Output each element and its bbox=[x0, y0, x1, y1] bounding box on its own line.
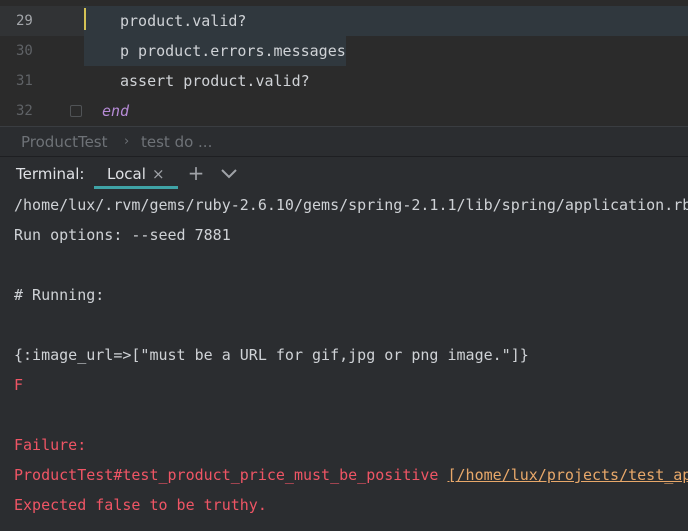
failing-test-name: ProductTest#test_product_price_must_be_p… bbox=[14, 466, 439, 484]
terminal-line: {:image_url=>["must be a URL for gif,jpg… bbox=[14, 346, 529, 364]
code-editor[interactable]: 29 product.valid? 30 p product.errors.me… bbox=[0, 0, 688, 126]
editor-line[interactable]: 29 product.valid? bbox=[0, 6, 688, 36]
terminal-output[interactable]: /home/lux/.rvm/gems/ruby-2.6.10/gems/spr… bbox=[0, 190, 688, 531]
tab-local[interactable]: Local × bbox=[94, 157, 178, 191]
terminal-line: Run options: --seed 7881 bbox=[14, 226, 231, 244]
terminal-tab-bar: Terminal: Local × + bbox=[0, 156, 688, 190]
code-text: assert product.valid? bbox=[120, 72, 310, 90]
chevron-down-icon[interactable] bbox=[219, 167, 239, 181]
line-number: 32 bbox=[16, 103, 33, 119]
terminal-line: # Running: bbox=[14, 286, 105, 304]
line-number: 31 bbox=[16, 73, 33, 89]
breadcrumb-item-class[interactable]: ProductTest bbox=[21, 127, 108, 157]
terminal-title: Terminal: bbox=[16, 165, 85, 183]
terminal-line-failure-detail: ProductTest#test_product_price_must_be_p… bbox=[14, 460, 688, 490]
terminal-line-failure: Failure: bbox=[14, 436, 87, 454]
fold-icon[interactable] bbox=[70, 105, 82, 117]
code-text: product.valid? bbox=[120, 12, 247, 30]
terminal-line: /home/lux/.rvm/gems/ruby-2.6.10/gems/spr… bbox=[14, 196, 688, 214]
line-number: 29 bbox=[16, 13, 33, 29]
terminal-line-fail-mark: F bbox=[14, 376, 24, 394]
terminal-line-expectation: Expected false to be truthy. bbox=[14, 496, 267, 514]
breadcrumb-item-method[interactable]: test do ... bbox=[141, 127, 212, 157]
code-text: end bbox=[102, 102, 130, 120]
plus-icon[interactable]: + bbox=[186, 157, 206, 191]
editor-line[interactable]: 32 end bbox=[0, 96, 688, 126]
editor-line[interactable]: 30 p product.errors.messages bbox=[0, 36, 688, 66]
breadcrumb-separator: › bbox=[124, 134, 130, 149]
failure-location-link[interactable]: [/home/lux/projects/test_app/ bbox=[447, 466, 688, 484]
breadcrumb: ProductTest › test do ... bbox=[0, 126, 688, 156]
code-text: p product.errors.messages bbox=[120, 42, 346, 60]
text-caret bbox=[84, 8, 86, 30]
editor-line[interactable]: 31 assert product.valid? bbox=[0, 66, 688, 96]
line-number: 30 bbox=[16, 43, 33, 59]
active-tab-indicator bbox=[94, 186, 178, 189]
